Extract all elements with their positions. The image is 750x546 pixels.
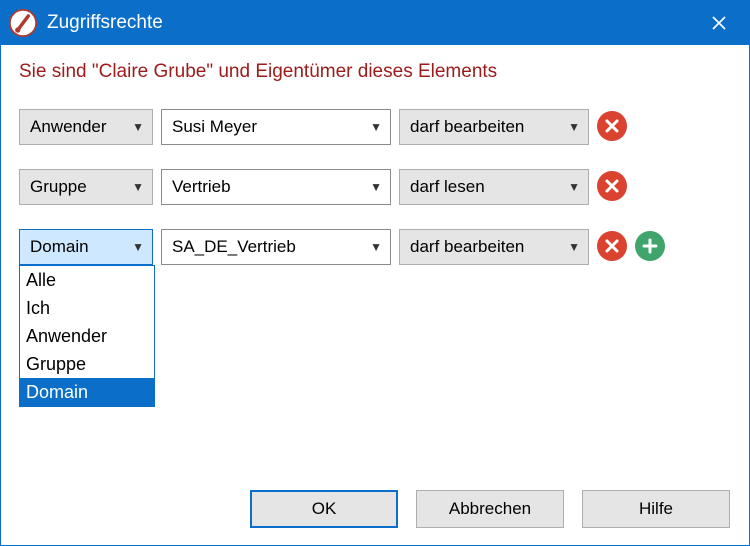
close-button[interactable] (697, 1, 741, 45)
owner-headline: Sie sind "Claire Grube" und Eigentümer d… (19, 61, 729, 83)
name-field-value: Susi Meyer (172, 117, 257, 137)
delete-row-button[interactable] (597, 171, 627, 201)
perm-select-row2[interactable]: darf bearbeiten ▼ (399, 229, 589, 265)
perm-select-value: darf lesen (410, 177, 485, 197)
delete-row-button[interactable] (597, 231, 627, 261)
help-button[interactable]: Hilfe (582, 490, 730, 528)
dropdown-option-alle[interactable]: Alle (20, 266, 154, 294)
dialog-content: Sie sind "Claire Grube" und Eigentümer d… (1, 45, 749, 289)
chevron-down-icon: ▼ (370, 180, 382, 194)
name-field-row2[interactable]: SA_DE_Vertrieb ▼ (161, 229, 391, 265)
type-select-value: Anwender (30, 117, 107, 137)
chevron-down-icon: ▼ (132, 120, 144, 134)
perm-select-value: darf bearbeiten (410, 237, 524, 257)
perm-select-row0[interactable]: darf bearbeiten ▼ (399, 109, 589, 145)
cancel-button[interactable]: Abbrechen (416, 490, 564, 528)
chevron-down-icon: ▼ (132, 180, 144, 194)
type-select-row1[interactable]: Gruppe ▼ (19, 169, 153, 205)
perm-select-value: darf bearbeiten (410, 117, 524, 137)
name-field-value: SA_DE_Vertrieb (172, 237, 296, 257)
dropdown-option-anwender[interactable]: Anwender (20, 322, 154, 350)
chevron-down-icon: ▼ (568, 120, 580, 134)
titlebar: Zugriffsrechte (1, 1, 749, 45)
type-select-value: Domain (30, 237, 89, 257)
name-field-value: Vertrieb (172, 177, 231, 197)
type-dropdown: Alle Ich Anwender Gruppe Domain (19, 265, 155, 407)
type-select-value: Gruppe (30, 177, 87, 197)
chevron-down-icon: ▼ (132, 240, 144, 254)
name-field-row1[interactable]: Vertrieb ▼ (161, 169, 391, 205)
ok-button[interactable]: OK (250, 490, 398, 528)
chevron-down-icon: ▼ (568, 180, 580, 194)
perm-select-row1[interactable]: darf lesen ▼ (399, 169, 589, 205)
dropdown-option-ich[interactable]: Ich (20, 294, 154, 322)
name-field-row0[interactable]: Susi Meyer ▼ (161, 109, 391, 145)
chevron-down-icon: ▼ (370, 240, 382, 254)
dropdown-option-gruppe[interactable]: Gruppe (20, 350, 154, 378)
dialog-footer: OK Abbrechen Hilfe (0, 476, 750, 546)
chevron-down-icon: ▼ (568, 240, 580, 254)
type-select-row0[interactable]: Anwender ▼ (19, 109, 153, 145)
chevron-down-icon: ▼ (370, 120, 382, 134)
dropdown-option-domain[interactable]: Domain (20, 378, 154, 406)
add-row-button[interactable] (635, 231, 665, 261)
window-title: Zugriffsrechte (47, 12, 697, 34)
delete-row-button[interactable] (597, 111, 627, 141)
app-icon (9, 9, 37, 37)
type-select-row2[interactable]: Domain ▼ Alle Ich Anwender Gruppe Domain (19, 229, 153, 265)
permission-rows: Anwender ▼ Susi Meyer ▼ darf bearbeiten … (19, 109, 673, 289)
